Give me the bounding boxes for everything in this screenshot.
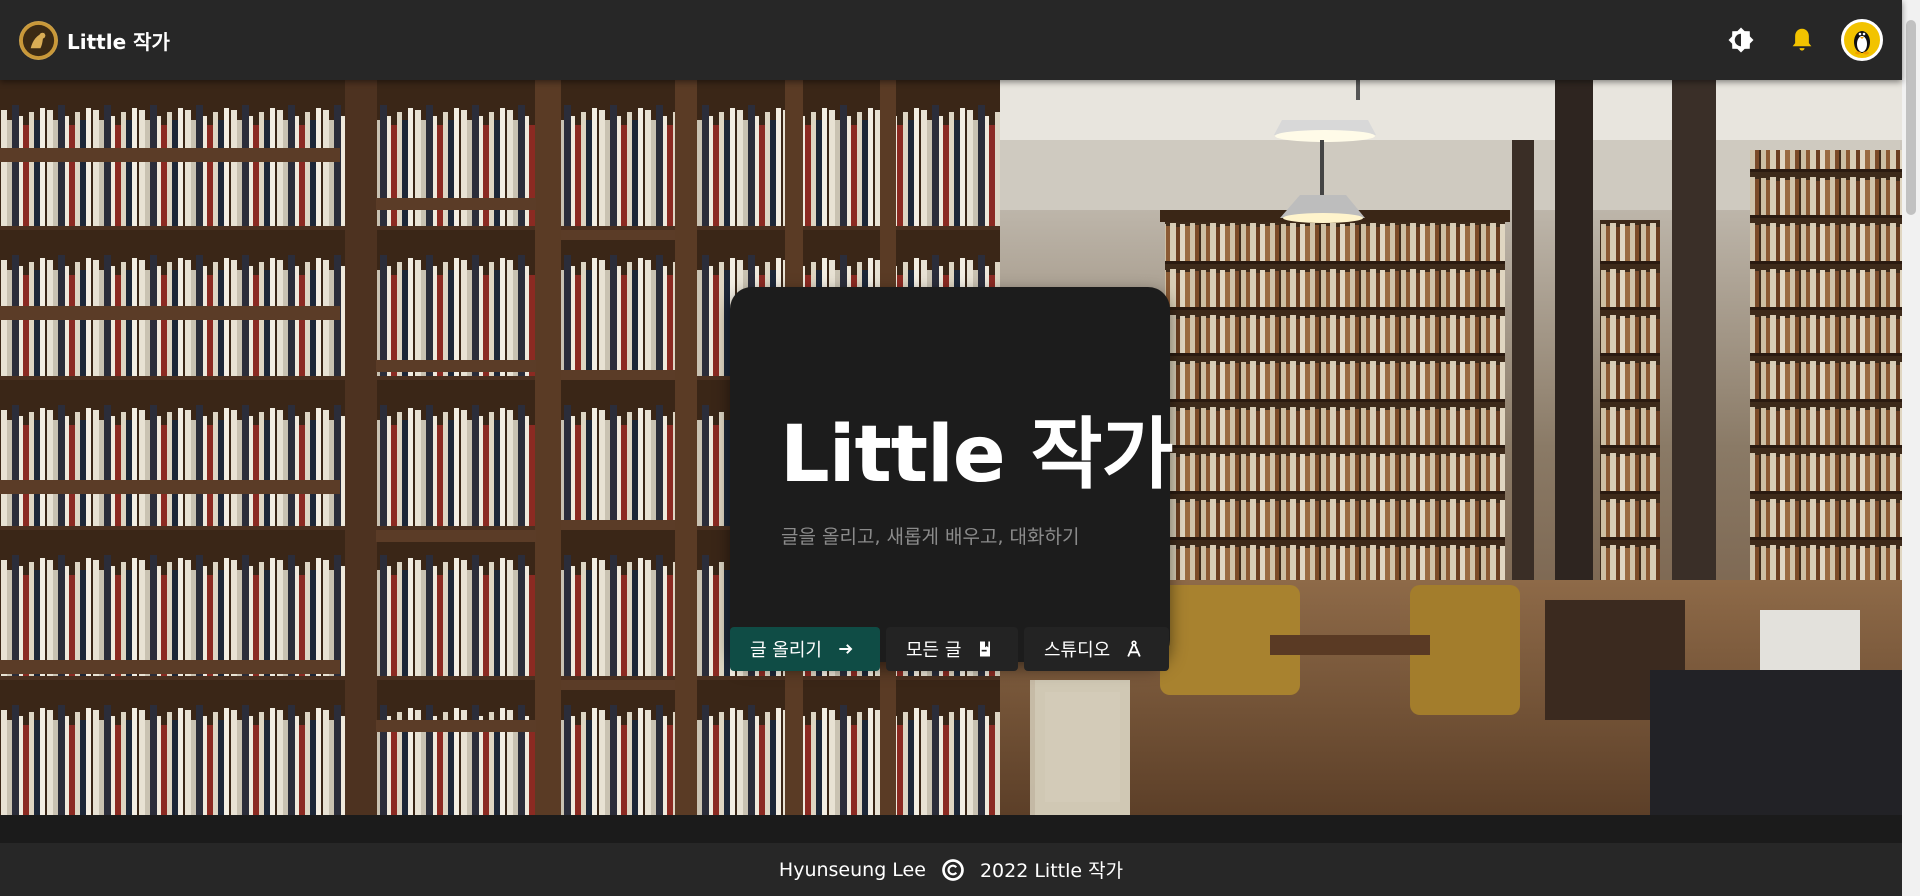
brand-home-link[interactable]: Little 작가 (19, 20, 170, 60)
footer-copyright: 2022 Little 작가 (979, 860, 1124, 882)
post-writing-label: 글 올리기 (750, 640, 822, 661)
compass-icon (1127, 640, 1141, 657)
studio-label: 스튜디오 (1044, 640, 1111, 661)
site-logo-icon (19, 20, 58, 60)
scrollbar-thumb[interactable] (1906, 20, 1916, 215)
brightness-icon (1728, 27, 1754, 53)
all-posts-button[interactable]: 모든 글 (886, 627, 1018, 671)
copyright-icon (942, 858, 964, 881)
post-writing-button[interactable]: 글 올리기 (730, 627, 880, 671)
notifications-button[interactable] (1780, 18, 1824, 62)
hero-actions: 글 올리기 모든 글 스튜디오 (730, 627, 1169, 671)
arrow-right-icon (839, 644, 853, 654)
book-icon (980, 641, 991, 657)
footer: Hyunseung Lee 2022 Little 작가 (0, 843, 1902, 896)
all-posts-label: 모든 글 (906, 640, 962, 661)
hero-subtitle: 글을 올리고, 새롭게 배우고, 대화하기 (781, 526, 1080, 548)
theme-toggle-button[interactable] (1719, 18, 1763, 62)
footer-author: Hyunseung Lee (778, 858, 926, 881)
footer-divider (0, 815, 1902, 843)
penguin-icon (1854, 31, 1870, 55)
brand-title: Little 작가 (67, 29, 170, 54)
page-scrollbar[interactable] (1902, 0, 1920, 896)
bell-icon (1792, 28, 1812, 51)
hero-card: Little 작가 글을 올리고, 새롭게 배우고, 대화하기 (730, 287, 1173, 662)
navbar-actions (1719, 0, 1883, 80)
user-avatar[interactable] (1841, 19, 1883, 61)
hero-section: Little 작가 글을 올리고, 새롭게 배우고, 대화하기 글 올리기 모든… (0, 80, 1902, 815)
hero-title: Little 작가 (780, 410, 1173, 500)
studio-button[interactable]: 스튜디오 (1024, 627, 1169, 671)
top-navbar: Little 작가 (0, 0, 1902, 80)
